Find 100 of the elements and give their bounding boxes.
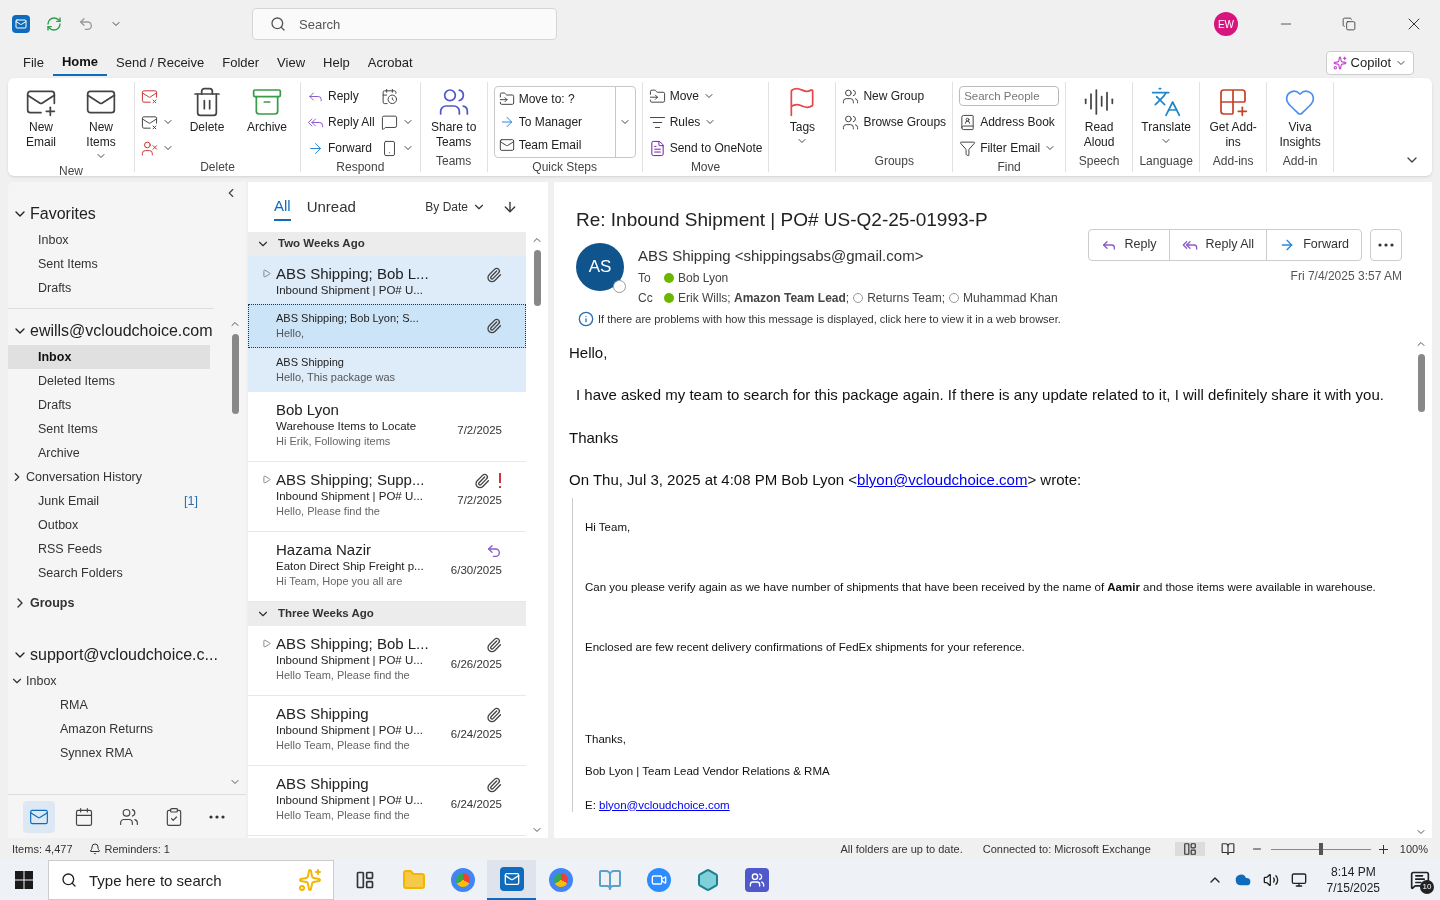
icon-button[interactable] [380,112,414,132]
zoom-slider[interactable] [1270,843,1371,855]
ribbon-button[interactable]: Send to OneNote [648,138,763,158]
filter-tab[interactable]: All [274,193,291,221]
expand-triangle-icon[interactable] [262,475,271,484]
message-item[interactable]: ABS Shipping; Bob L... Inbound Shipment | PO# U... [248,256,526,304]
ribbon-button[interactable]: Move [648,86,763,106]
clean-up-icon [141,113,158,131]
expand-triangle-icon[interactable] [262,269,271,278]
icon-button[interactable] [141,138,174,158]
folder-item[interactable]: Outbox [8,513,210,537]
ribbon-button[interactable]: Tags [775,86,830,147]
message-item[interactable]: ABS Shipping; Bob Lyon; S... Hello, [248,304,526,348]
normal-view-button[interactable] [1174,842,1205,856]
account-header[interactable]: Favorites [8,200,230,228]
ribbon-button[interactable]: New Items [74,86,128,162]
account-header[interactable]: support@vcloudchoice.c... [8,641,230,669]
expand-triangle-icon[interactable] [262,639,271,648]
folder-item[interactable]: Conversation History [8,465,210,489]
menu-tab[interactable]: Acrobat [358,50,422,76]
action-button[interactable]: Reply All [1168,229,1267,260]
network-icon[interactable] [1290,872,1307,888]
email-link[interactable]: blyon@vcloudchoice.com [857,471,1028,488]
quick-step[interactable]: Team Email [498,136,611,155]
quick-step[interactable]: To Manager [498,113,611,131]
scroll-thumb[interactable] [533,250,541,306]
ribbon-button[interactable]: New Email [14,86,68,150]
scroll-thumb[interactable] [1417,353,1425,412]
menu-tab[interactable]: Send / Receive [107,50,214,76]
reading-view-icon[interactable] [1220,842,1235,856]
cloud-icon[interactable] [1234,872,1251,888]
ribbon-button[interactable]: Archive [240,86,294,135]
folder-item[interactable]: Archive [8,441,210,465]
menu-tab[interactable]: Home [52,50,108,76]
action-button[interactable]: Reply [1088,229,1169,260]
sort-order-icon[interactable] [502,199,518,215]
search-field[interactable]: Search [252,8,557,40]
folder-item[interactable]: Synnex RMA [8,741,210,765]
folder-item[interactable]: Sent Items [8,252,210,276]
ribbon-button[interactable]: Address Book [959,112,1060,132]
ribbon-button[interactable]: Delete [180,86,234,135]
group-icon [842,113,860,131]
group-icon [842,87,860,105]
ribbon-button[interactable]: New Group [842,86,947,106]
account-header[interactable]: ewills@vcloudchoice.com [8,317,230,345]
reminders[interactable]: Reminders: 1 [104,840,170,858]
email-link[interactable]: blyon@vcloudchoice.com [599,798,730,811]
nav-button[interactable] [22,800,55,833]
ribbon-button[interactable]: Read Aloud [1072,86,1127,150]
taskbar-search-field[interactable]: Type here to search [48,860,334,900]
zoom-in-icon[interactable] [1378,844,1388,854]
sender-address: ABS Shipping <shippingsabs@gmail.com> [638,245,925,266]
search-people-field[interactable]: Search People [959,86,1060,106]
folder-item[interactable]: RSS Feeds [8,537,210,561]
taskbar-button[interactable] [487,860,536,900]
group-header[interactable]: Three Weeks Ago [248,602,526,626]
menu-tab[interactable]: View [268,50,315,76]
folder-item[interactable]: Junk Email [1] [8,489,210,513]
ribbon-button[interactable]: Get Add-ins [1206,86,1261,150]
undo-icon[interactable] [78,16,94,32]
menu-tab[interactable]: File [14,50,53,76]
ribbon-button[interactable]: Reply All [307,112,375,132]
action-button[interactable]: Forward [1266,229,1361,260]
user-avatar[interactable]: EW [1214,12,1238,36]
ribbon-button[interactable]: Share to Teams [426,86,481,150]
zoom-level[interactable]: 100% [1399,840,1428,858]
group-label: Add-ins [1211,153,1255,170]
ribbon-button[interactable]: Forward [307,138,375,158]
scroll-thumb[interactable] [231,334,239,414]
copilot-button[interactable]: Copilot [1325,51,1414,75]
folder-item[interactable]: RMA [8,693,210,717]
folder-item[interactable]: Amazon Returns [8,717,210,741]
ribbon-button[interactable]: Reply [307,86,375,106]
ribbon-button[interactable]: Translate [1139,86,1194,147]
message-item[interactable]: ABS Shipping Hello, This package was [248,348,526,392]
info-message[interactable]: If there are problems with how this message is displayed, click here to view it in a web browser. [598,311,1061,328]
folder-item[interactable]: Drafts [8,276,210,300]
notifications-icon[interactable] [1410,870,1430,890]
subject: Inbound Shipment | PO# U... [276,489,424,504]
folder-item[interactable]: Inbox [8,345,210,369]
sort-dropdown[interactable]: By Date [425,198,486,216]
menu-tab[interactable]: Folder [213,50,269,76]
folder-item[interactable]: Search Folders [8,561,210,585]
folder-item[interactable]: Deleted Items [8,369,210,393]
ribbon-button[interactable]: Viva Insights [1273,86,1328,150]
menu-tab[interactable]: Help [314,50,359,76]
ribbon-button[interactable]: Rules [648,112,763,132]
speaker-icon[interactable] [1262,872,1279,888]
ribbon-button[interactable]: Browse Groups [842,112,947,132]
group-header[interactable]: Two Weeks Ago [248,232,526,256]
folder-item[interactable]: Sent Items [8,417,210,441]
folder-item[interactable]: Inbox [8,228,210,252]
folder-item[interactable]: Inbox [8,669,210,693]
folder-item[interactable]: Drafts [8,393,210,417]
ribbon-button[interactable]: Filter Email [959,138,1060,158]
quick-step[interactable]: Move to: ? [498,89,611,108]
filter-tab[interactable]: Unread [306,193,356,221]
restore-icon[interactable] [1342,17,1356,31]
account-header[interactable]: Groups [8,589,230,617]
sync-icon[interactable] [46,16,62,32]
